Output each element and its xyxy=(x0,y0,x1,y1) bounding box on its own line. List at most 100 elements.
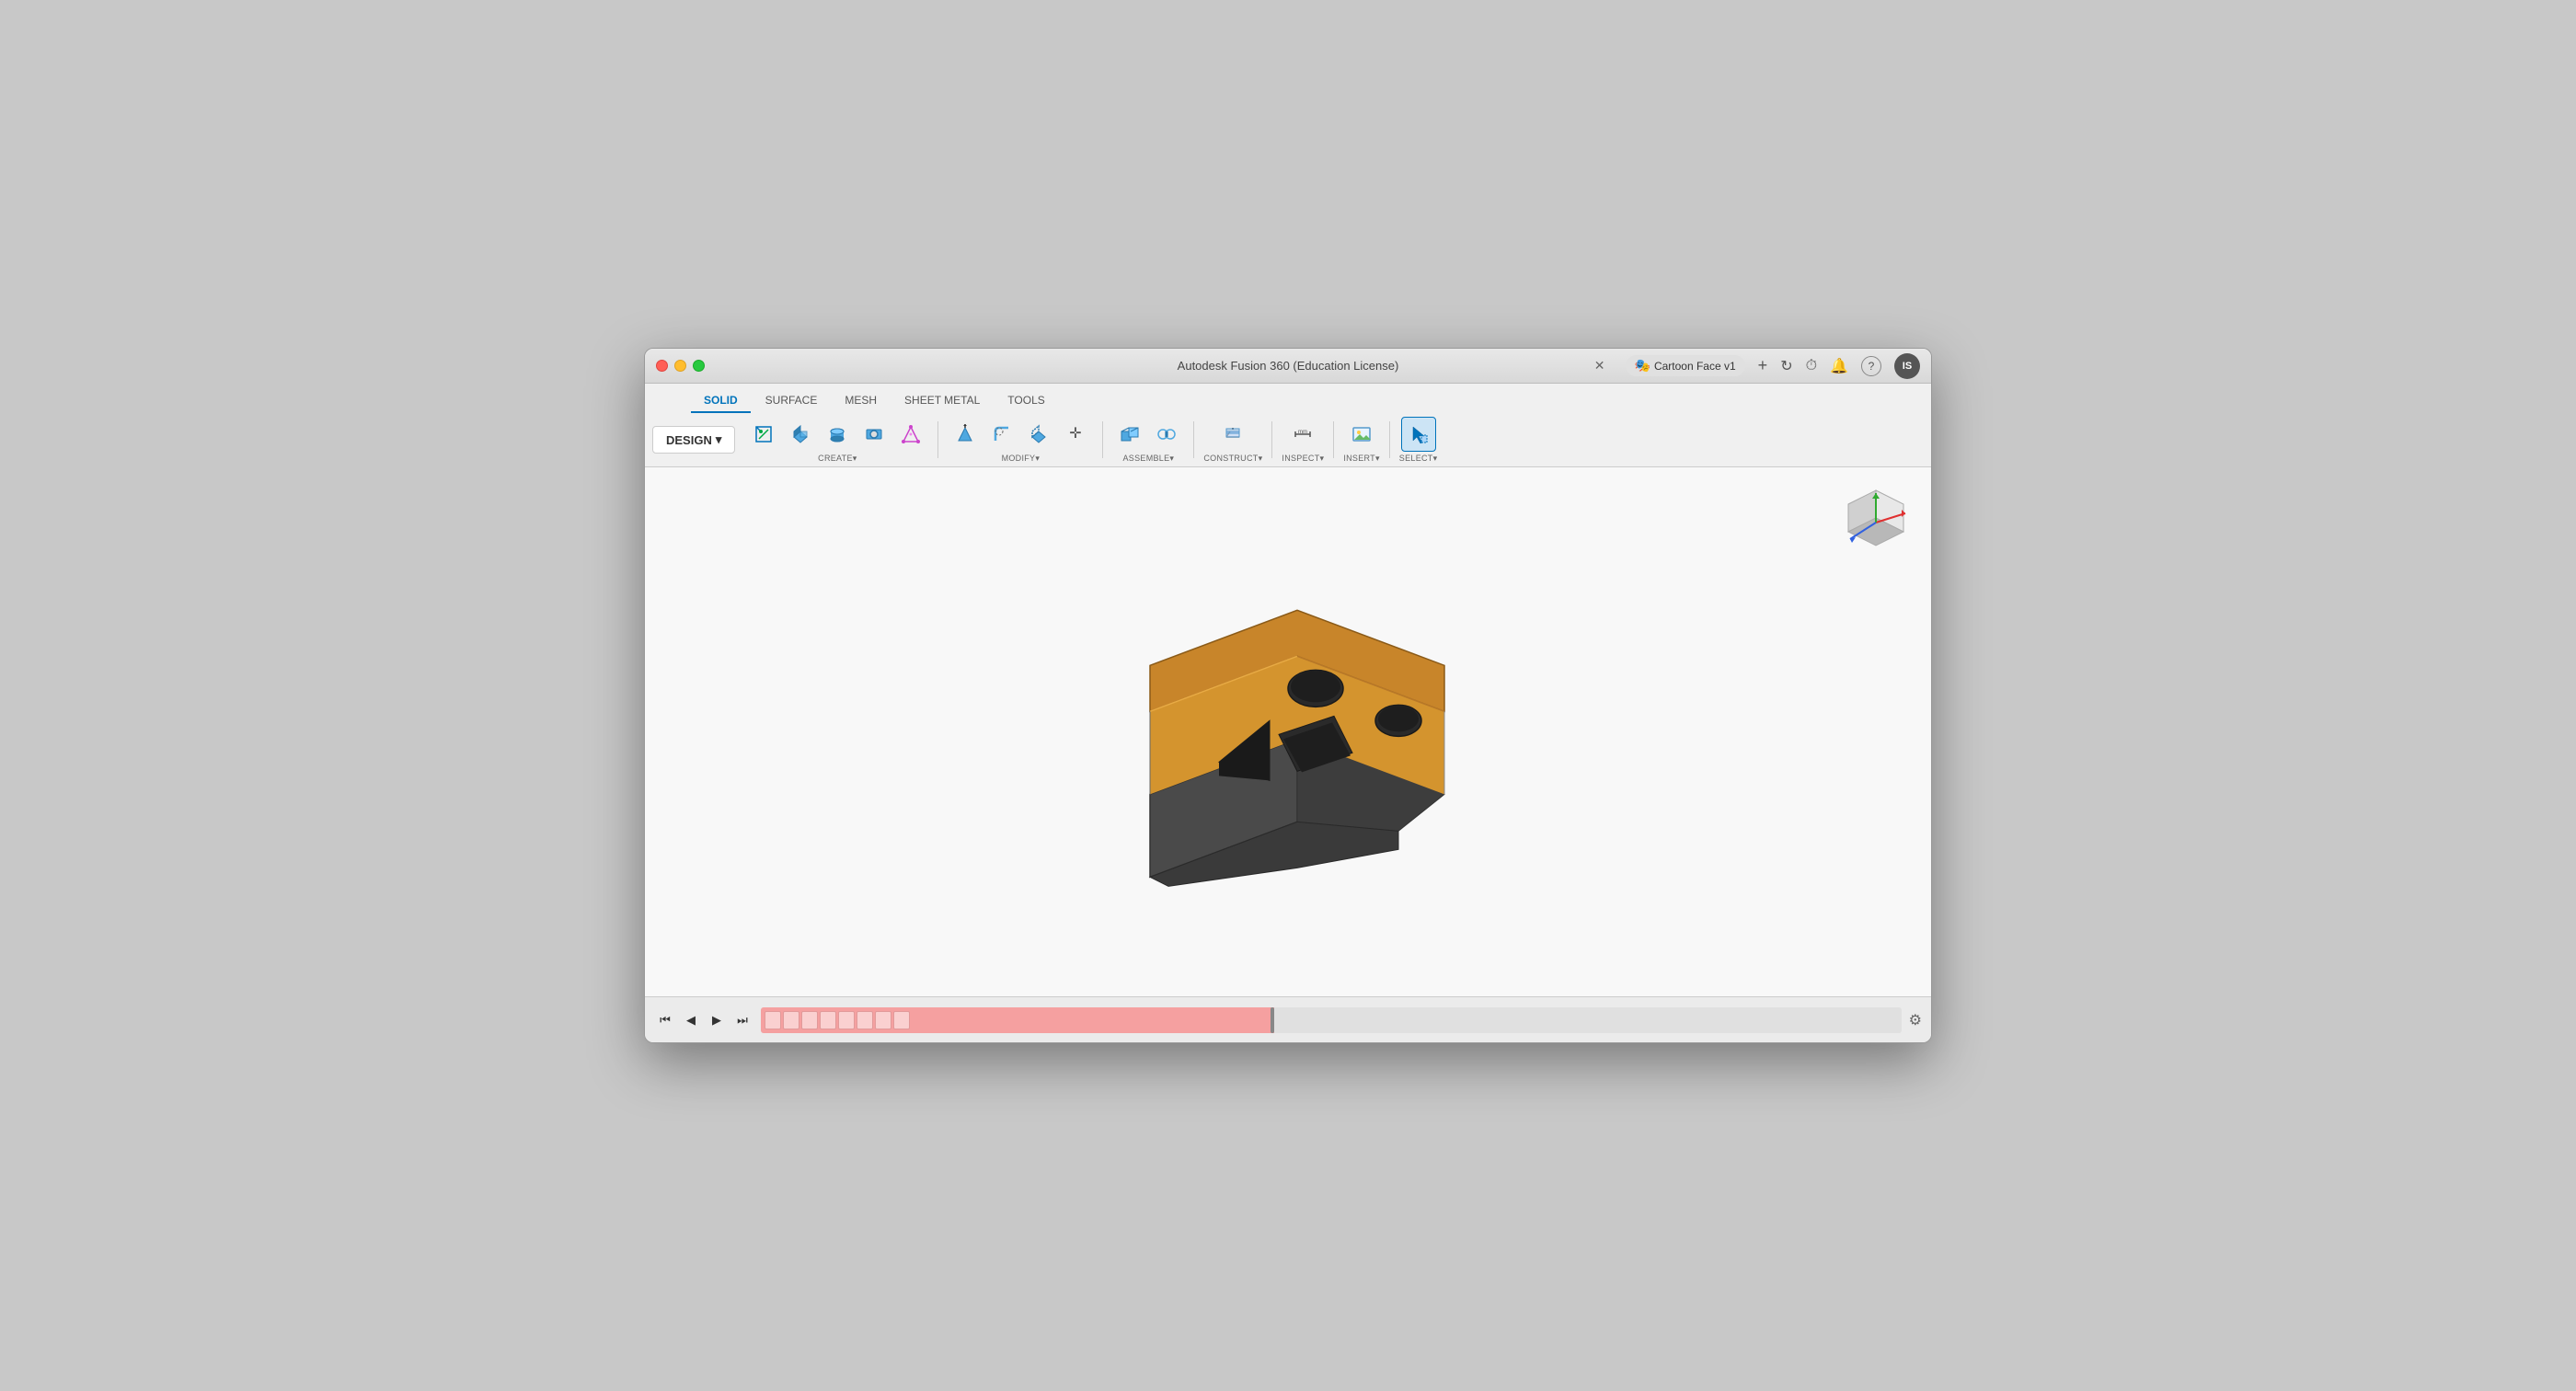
box-icon xyxy=(790,424,811,444)
insert-image-button[interactable] xyxy=(1344,417,1379,452)
insert-image-icon xyxy=(1351,424,1372,444)
cylinder-tool-button[interactable] xyxy=(820,417,855,452)
select-group-label: SELECT▾ xyxy=(1399,454,1438,464)
timeline-marker-8 xyxy=(893,1011,910,1029)
toolbar-main: DESIGN ▾ xyxy=(645,413,1931,466)
3d-model xyxy=(1049,518,1527,907)
design-button[interactable]: DESIGN ▾ xyxy=(652,426,735,454)
timeline-play-button[interactable]: ▶ xyxy=(706,1009,728,1031)
inspect-group-label: INSPECT▾ xyxy=(1282,454,1324,464)
window-title: Autodesk Fusion 360 (Education License) xyxy=(1178,359,1399,373)
divider-3 xyxy=(1193,421,1194,458)
measure-button[interactable]: mm xyxy=(1285,417,1320,452)
help-icon[interactable]: ? xyxy=(1861,356,1881,376)
tab-solid[interactable]: SOLID xyxy=(691,389,751,413)
timeline-filled xyxy=(761,1007,1274,1033)
assemble-group: ASSEMBLE▾ xyxy=(1112,417,1184,464)
create-group: CREATE▾ xyxy=(746,417,928,464)
move-icon: ✛ xyxy=(1065,424,1086,444)
timeline-settings-icon[interactable]: ⚙ xyxy=(1909,1011,1922,1029)
bell-icon[interactable]: 🔔 xyxy=(1830,357,1848,375)
timeline-marker-4 xyxy=(820,1011,836,1029)
new-component-button[interactable] xyxy=(1112,417,1147,452)
cylinder-icon xyxy=(827,424,847,444)
timeline-marker-1 xyxy=(765,1011,781,1029)
sketch-tool-button[interactable] xyxy=(746,417,781,452)
construct-buttons xyxy=(1215,417,1250,452)
divider-6 xyxy=(1389,421,1390,458)
viewport-canvas xyxy=(645,467,1931,996)
timeline-marker-7 xyxy=(875,1011,891,1029)
offset-plane-icon xyxy=(1223,424,1243,444)
add-icon[interactable]: + xyxy=(1758,356,1768,375)
box-tool-button[interactable] xyxy=(783,417,818,452)
divider-4 xyxy=(1271,421,1272,458)
hole-icon xyxy=(864,424,884,444)
timeline-marker-2 xyxy=(783,1011,799,1029)
move-button[interactable]: ✛ xyxy=(1058,417,1093,452)
application-window: Autodesk Fusion 360 (Education License) … xyxy=(644,348,1932,1043)
close-button[interactable] xyxy=(656,360,668,372)
inspect-group: mm INSPECT▾ xyxy=(1282,417,1324,464)
assemble-buttons xyxy=(1112,417,1184,452)
timeline-controls: ⏮ ◀ ▶ ⏭ xyxy=(654,1009,753,1031)
assemble-group-label: ASSEMBLE▾ xyxy=(1123,454,1175,464)
sketch-icon xyxy=(753,424,774,444)
joint-button[interactable] xyxy=(1149,417,1184,452)
viewcube[interactable] xyxy=(1839,486,1913,559)
tab-sheet-metal[interactable]: SHEET METAL xyxy=(891,389,993,413)
viewport[interactable] xyxy=(645,467,1931,996)
tab-surface[interactable]: SURFACE xyxy=(753,389,831,413)
select-icon xyxy=(1409,424,1429,444)
toolbar-tabs: SOLID SURFACE MESH SHEET METAL TOOLS xyxy=(645,384,1931,413)
timeline-forward-button[interactable]: ⏭ xyxy=(731,1009,753,1031)
timeline-thumb[interactable] xyxy=(1271,1007,1274,1033)
timeline-start-button[interactable]: ⏮ xyxy=(654,1009,676,1031)
select-group: SELECT▾ xyxy=(1399,417,1438,464)
title-bar: Autodesk Fusion 360 (Education License) … xyxy=(645,349,1931,384)
tab-tools[interactable]: TOOLS xyxy=(995,389,1057,413)
insert-buttons xyxy=(1344,417,1379,452)
fillet-button[interactable] xyxy=(984,417,1019,452)
divider-5 xyxy=(1333,421,1334,458)
shell-button[interactable] xyxy=(1021,417,1056,452)
tab-mesh[interactable]: MESH xyxy=(832,389,890,413)
press-pull-button[interactable] xyxy=(948,417,983,452)
close-tab-icon[interactable]: ✕ xyxy=(1594,358,1605,374)
design-label: DESIGN xyxy=(666,433,712,447)
construct-group: CONSTRUCT▾ xyxy=(1203,417,1262,464)
hole-tool-button[interactable] xyxy=(857,417,891,452)
model-svg xyxy=(1049,518,1527,904)
traffic-lights xyxy=(656,360,705,372)
user-avatar[interactable]: IS xyxy=(1894,353,1920,379)
svg-text:mm: mm xyxy=(1298,430,1307,435)
maximize-button[interactable] xyxy=(693,360,705,372)
offset-plane-button[interactable] xyxy=(1215,417,1250,452)
design-chevron-icon: ▾ xyxy=(716,432,722,447)
refresh-icon[interactable]: ↻ xyxy=(1780,357,1792,375)
modify-group: ✛ MODIFY▾ xyxy=(948,417,1093,464)
timeline-track[interactable] xyxy=(761,1007,1902,1033)
tab-title: Cartoon Face v1 xyxy=(1654,360,1736,373)
measure-icon: mm xyxy=(1293,424,1313,444)
joint-icon xyxy=(1156,424,1177,444)
modify-group-label: MODIFY▾ xyxy=(1002,454,1041,464)
timeline-back-button[interactable]: ◀ xyxy=(680,1009,702,1031)
timeline: ⏮ ◀ ▶ ⏭ ⚙ xyxy=(645,996,1931,1042)
press-pull-icon xyxy=(955,424,975,444)
select-buttons xyxy=(1401,417,1436,452)
select-button[interactable] xyxy=(1401,417,1436,452)
construct-group-label: CONSTRUCT▾ xyxy=(1203,454,1262,464)
toolbar: SOLID SURFACE MESH SHEET METAL TOOLS DES… xyxy=(645,384,1931,467)
fillet-icon xyxy=(992,424,1012,444)
tab-label[interactable]: 🎭 Cartoon Face v1 xyxy=(1626,355,1745,376)
divider-1 xyxy=(937,421,938,458)
insert-group-label: INSERT▾ xyxy=(1343,454,1379,464)
viewcube-svg xyxy=(1839,486,1913,559)
timeline-marker-3 xyxy=(801,1011,818,1029)
loft-tool-button[interactable] xyxy=(893,417,928,452)
history-icon[interactable]: ⏱ xyxy=(1806,358,1817,374)
create-buttons xyxy=(746,417,928,452)
minimize-button[interactable] xyxy=(674,360,686,372)
timeline-marker-5 xyxy=(838,1011,855,1029)
